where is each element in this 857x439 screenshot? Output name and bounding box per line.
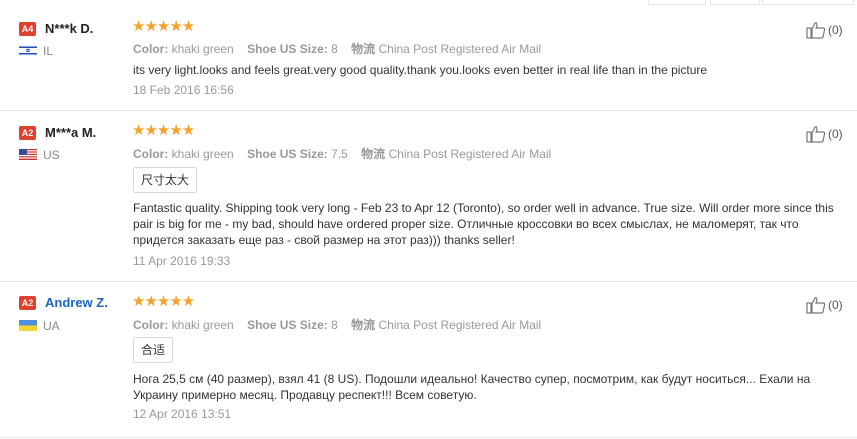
color-value: khaki green — [171, 147, 234, 161]
buyer-country: IL — [43, 44, 54, 58]
buyer-country: US — [43, 148, 60, 162]
color-value: khaki green — [171, 318, 234, 332]
size-feedback-tag: 尺寸太大 — [133, 167, 198, 193]
helpful-count: (0) — [828, 298, 843, 312]
buyer-name: M***a M. — [45, 125, 97, 140]
review-text: Fantastic quality. Shipping took very lo… — [133, 201, 834, 247]
buyer-level-badge: A2 — [19, 296, 36, 310]
size-label: Shoe US Size: — [247, 42, 328, 56]
order-attributes: Color: khaki green Shoe US Size: 8 物流 Ch… — [133, 40, 541, 57]
thumbs-up-icon — [806, 297, 826, 314]
review-item: A2 Andrew Z. UA ★★★★★ Color: khaki green… — [0, 282, 857, 438]
order-attributes: Color: khaki green Shoe US Size: 7.5 物流 … — [133, 145, 551, 162]
pagination-button[interactable] — [762, 0, 854, 5]
review-date: 18 Feb 2016 16:56 — [133, 83, 234, 97]
buyer-country: UA — [43, 319, 60, 333]
buyer-level-badge: A2 — [19, 126, 36, 140]
logistics-label: 物流 — [351, 318, 376, 332]
color-label: Color: — [133, 147, 169, 161]
buyer-name-link[interactable]: Andrew Z. — [45, 295, 108, 310]
israel-flag-icon — [19, 45, 37, 56]
review-date: 12 Apr 2016 13:51 — [133, 407, 232, 421]
helpful-button[interactable]: (0) — [806, 296, 852, 314]
helpful-button[interactable]: (0) — [806, 125, 852, 143]
pagination-button[interactable] — [710, 0, 760, 5]
helpful-count: (0) — [828, 23, 843, 37]
size-value: 7.5 — [331, 147, 348, 161]
color-value: khaki green — [171, 42, 234, 56]
review-date: 11 Apr 2016 19:33 — [133, 254, 231, 268]
star-rating: ★★★★★ — [132, 122, 195, 139]
pagination-button[interactable] — [648, 0, 706, 5]
star-rating: ★★★★★ — [132, 293, 195, 310]
helpful-count: (0) — [828, 127, 843, 141]
helpful-button[interactable]: (0) — [806, 21, 852, 39]
size-label: Shoe US Size: — [247, 147, 328, 161]
logistics-value: China Post Registered Air Mail — [378, 42, 542, 56]
size-value: 8 — [331, 318, 338, 332]
logistics-label: 物流 — [351, 42, 376, 56]
color-label: Color: — [133, 42, 169, 56]
size-label: Shoe US Size: — [247, 318, 328, 332]
logistics-value: China Post Registered Air Mail — [388, 147, 552, 161]
ukraine-flag-icon — [19, 320, 37, 331]
star-rating: ★★★★★ — [132, 18, 195, 35]
review-item: A4 N***k D. IL ★★★★★ Color: khaki green … — [0, 6, 857, 111]
buyer-level-badge: A4 — [19, 22, 36, 36]
logistics-label: 物流 — [361, 147, 386, 161]
review-text: Нога 25,5 см (40 размер), взял 41 (8 US)… — [133, 372, 811, 402]
thumbs-up-icon — [806, 126, 826, 143]
logistics-value: China Post Registered Air Mail — [378, 318, 542, 332]
size-feedback-tag: 合适 — [133, 337, 174, 363]
size-value: 8 — [331, 42, 338, 56]
thumbs-up-icon — [806, 22, 826, 39]
review-item: A2 M***a M. US ★★★★★ Color: khaki green … — [0, 111, 857, 282]
order-attributes: Color: khaki green Shoe US Size: 8 物流 Ch… — [133, 316, 541, 333]
color-label: Color: — [133, 318, 169, 332]
review-text: its very light.looks and feels great.ver… — [133, 63, 708, 77]
usa-flag-icon — [19, 149, 37, 160]
buyer-name: N***k D. — [45, 21, 94, 36]
